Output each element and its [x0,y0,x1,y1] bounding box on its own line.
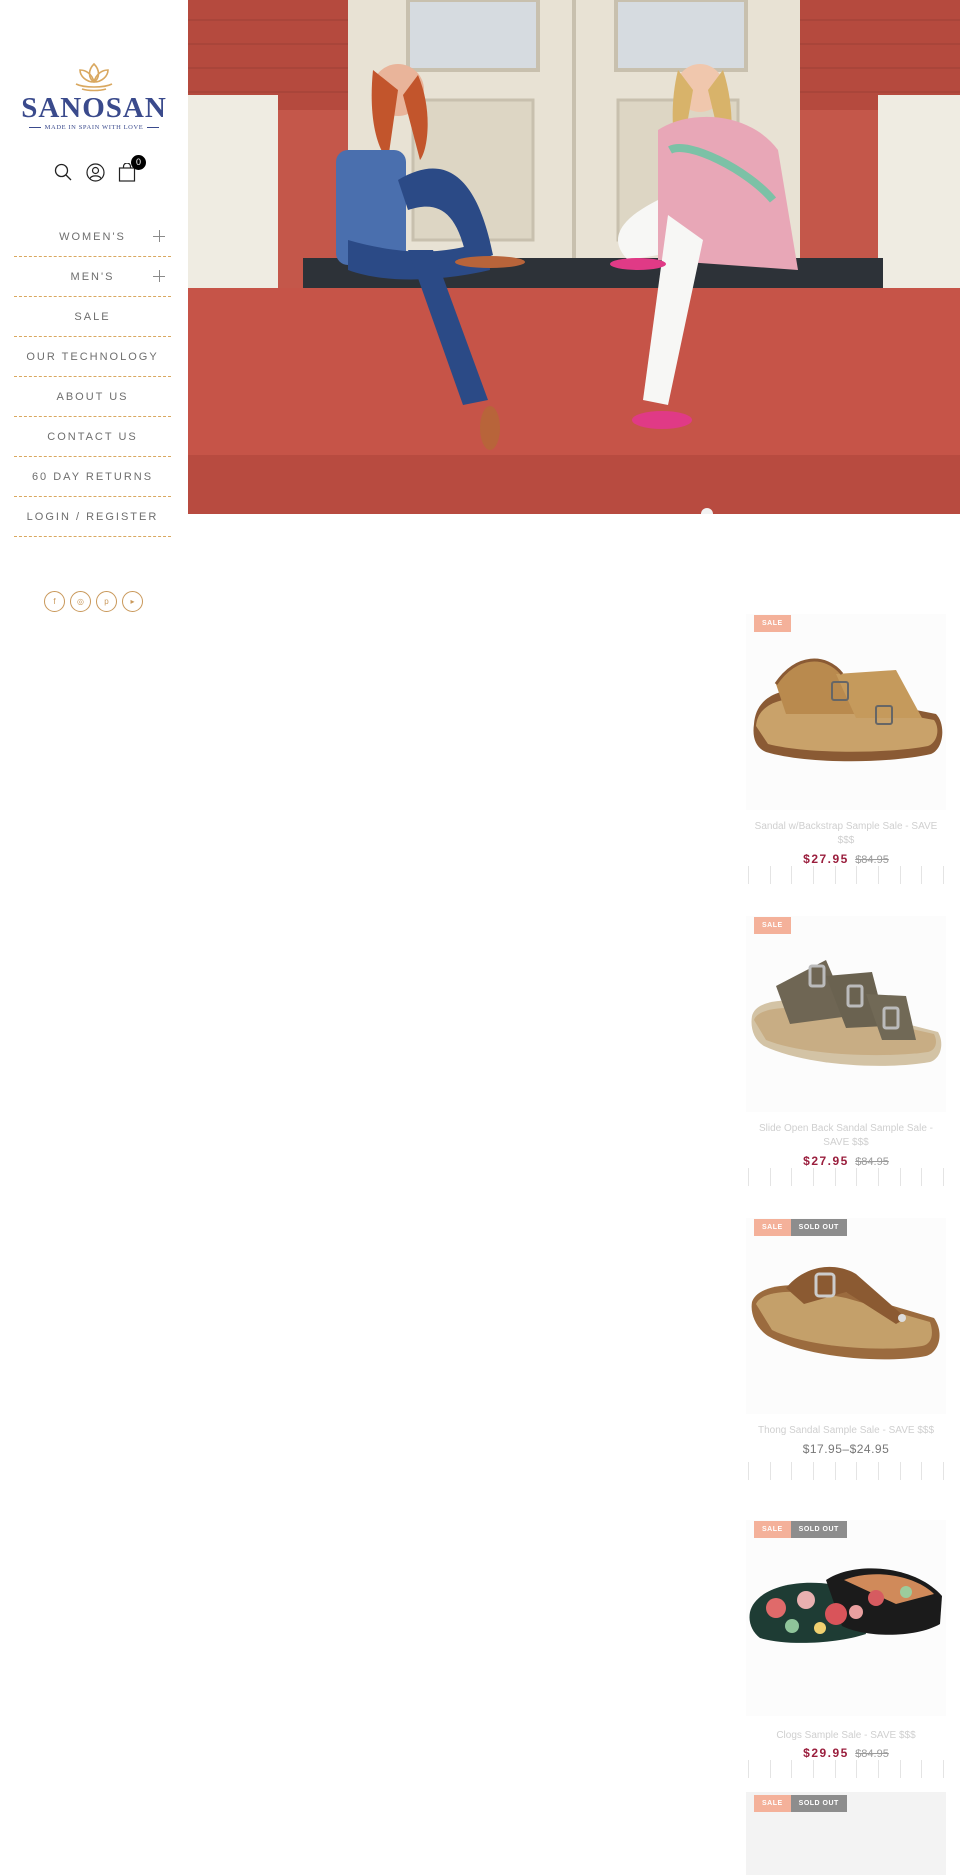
cart-count-badge: 0 [131,155,146,170]
expand-plus-icon[interactable] [153,230,165,242]
product-title[interactable]: Clogs Sample Sale - SAVE $$$ [746,1729,946,1743]
product-badges: SALE [754,615,791,632]
product-badges: SALE SOLD OUT [754,1219,847,1236]
product-image[interactable]: SALE [746,614,946,810]
sold-out-badge: SOLD OUT [790,1521,847,1538]
product-title[interactable]: Sandal w/Backstrap Sample Sale - SAVE $$… [746,820,946,848]
brand-name: SANOSAN [21,92,167,124]
logo[interactable]: SANOSAN MADE IN SPAIN WITH LOVE [18,60,170,140]
sold-out-badge: SOLD OUT [790,1795,847,1812]
sale-price: $29.95 [803,1746,849,1760]
sandal-backstrap-image [753,658,943,762]
expand-plus-icon[interactable] [153,270,165,282]
product-swatches[interactable] [748,1760,944,1778]
compare-price: $84.95 [855,854,889,866]
floral-clog-image [749,1568,942,1643]
nav-item-about-us[interactable]: ABOUT US [14,377,171,417]
instagram-icon[interactable]: ◎ [70,591,91,612]
facebook-icon[interactable]: f [44,591,65,612]
header-icons: 0 [52,155,146,184]
product-title[interactable]: Slide Open Back Sandal Sample Sale - SAV… [746,1122,946,1150]
product-price: $29.95 $84.95 [746,1746,946,1760]
compare-price: $84.95 [855,1156,889,1168]
sale-badge: SALE [754,1795,791,1812]
account-icon[interactable] [84,161,106,183]
sale-badge: SALE [754,917,791,934]
search-icon[interactable] [52,161,74,183]
product-badges: SALE SOLD OUT [754,1521,847,1538]
product-card[interactable]: SALE SOLD OUT [746,1792,946,1875]
sidebar-nav: WOMEN'S MEN'S SALE OUR TECHNOLOGY ABOUT … [14,217,171,537]
pinterest-icon[interactable]: p [96,591,117,612]
nav-item-60-day-returns[interactable]: 60 DAY RETURNS [14,457,171,497]
sold-out-badge: SOLD OUT [790,1219,847,1236]
product-badges: SALE SOLD OUT [754,1795,847,1812]
nav-item-mens[interactable]: MEN'S [14,257,171,297]
sale-badge: SALE [754,615,791,632]
product-card[interactable]: SALE Sandal w/Backstrap Sample Sale - SA… [746,614,946,916]
product-price: $27.95 $84.95 [746,852,946,866]
sidebar: SANOSAN MADE IN SPAIN WITH LOVE 0 WOMEN'… [0,0,187,1875]
sale-price: $27.95 [803,852,849,866]
lotus-logo-icon [75,62,113,92]
nav-item-our-technology[interactable]: OUR TECHNOLOGY [14,337,171,377]
youtube-icon[interactable]: ▸ [122,591,143,612]
product-price: $17.95–$24.95 [746,1442,946,1456]
product-card[interactable]: SALE Slide Open Back Sandal Sample Sale … [746,916,946,1218]
sale-badge: SALE [754,1219,791,1236]
nav-item-contact-us[interactable]: CONTACT US [14,417,171,457]
product-image[interactable]: SALE SOLD OUT [746,1218,946,1414]
product-card[interactable]: SALE SOLD OUT Clogs Sample Sale - SAVE $… [746,1520,946,1810]
slide-sandal-image [751,960,942,1066]
price-range: $17.95–$24.95 [802,1442,890,1456]
carousel-dot[interactable] [701,508,713,514]
brand-tagline: MADE IN SPAIN WITH LOVE [18,124,170,131]
product-swatches[interactable] [748,1168,944,1186]
product-grid: SALE Sandal w/Backstrap Sample Sale - SA… [746,614,946,1810]
product-image[interactable]: SALE [746,916,946,1112]
product-card[interactable]: SALE SOLD OUT Thong Sandal Sample Sale -… [746,1218,946,1520]
product-image[interactable]: SALE SOLD OUT [746,1520,946,1716]
product-title[interactable]: Thong Sandal Sample Sale - SAVE $$$ [746,1424,946,1438]
nav-item-womens[interactable]: WOMEN'S [14,217,171,257]
product-swatches[interactable] [748,1462,944,1480]
social-links: f ◎ p ▸ [44,591,143,612]
sale-price: $27.95 [803,1154,849,1168]
product-price: $27.95 $84.95 [746,1154,946,1168]
hero-photo [188,0,960,514]
product-swatches[interactable] [748,866,944,884]
nav-item-login-register[interactable]: LOGIN / REGISTER [14,497,171,537]
cart-icon[interactable]: 0 [116,155,146,183]
product-badges: SALE [754,917,791,934]
hero-banner[interactable] [188,0,960,514]
thong-sandal-image [751,1266,940,1360]
sale-badge: SALE [754,1521,791,1538]
compare-price: $84.95 [855,1748,889,1760]
nav-item-sale[interactable]: SALE [14,297,171,337]
